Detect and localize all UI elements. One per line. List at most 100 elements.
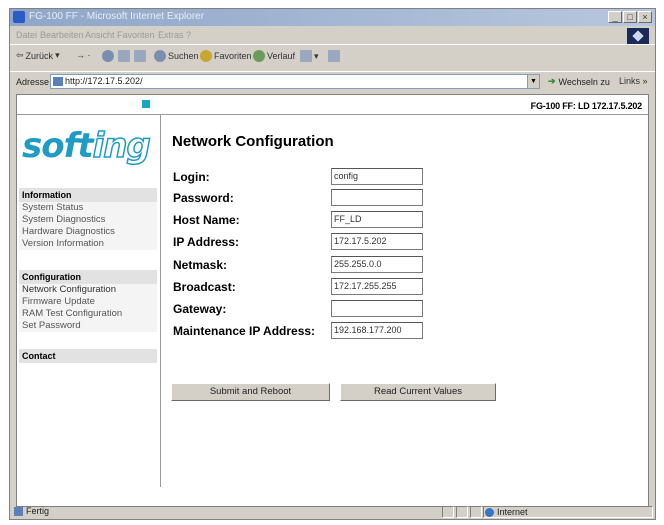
host-name-input[interactable]: FF_LD <box>331 211 423 228</box>
netmask-label: Netmask: <box>173 258 228 272</box>
ie-icon <box>13 11 25 23</box>
stop-button[interactable] <box>102 50 114 62</box>
gateway-label: Gateway: <box>173 302 227 316</box>
host-name-label: Host Name: <box>173 213 240 227</box>
home-icon <box>134 50 146 62</box>
search-button[interactable]: Suchen <box>154 50 199 62</box>
menu-bearbeiten[interactable]: Bearbeiten <box>40 30 84 40</box>
minimize-button[interactable]: _ <box>608 11 622 23</box>
links-button[interactable]: Links » <box>619 76 648 86</box>
menu-help[interactable]: ? <box>186 30 191 40</box>
dropdown-arrow-icon: ▾ <box>55 50 60 60</box>
nav-item-hardware-diagnostics[interactable]: Hardware Diagnostics <box>19 226 157 238</box>
device-info: FG-100 FF: LD 172.17.5.202 <box>530 101 643 111</box>
header-square-icon <box>142 100 150 108</box>
submit-and-reboot-button[interactable]: Submit and Reboot <box>171 383 330 401</box>
back-arrow-icon: ⇦ <box>16 50 24 60</box>
nav-section-information: Information <box>19 188 157 202</box>
page-icon <box>14 506 23 516</box>
go-button[interactable]: ➔ Wechseln zu <box>548 76 610 87</box>
favorites-button[interactable]: Favoriten <box>200 50 252 62</box>
form-row-login: Login: config <box>173 166 573 188</box>
print-icon <box>328 50 340 62</box>
maintenance-ip-input[interactable]: 192.168.177.200 <box>331 322 423 339</box>
status-bar: Fertig Internet <box>10 505 655 519</box>
password-input[interactable] <box>331 189 423 206</box>
nav-information: Information System Status System Diagnos… <box>19 188 157 250</box>
form-row-maintenance-ip: Maintenance IP Address: 192.168.177.200 <box>173 320 573 342</box>
broadcast-label: Broadcast: <box>173 280 236 294</box>
maintenance-ip-label: Maintenance IP Address: <box>173 324 316 338</box>
netmask-input[interactable]: 255.255.0.0 <box>331 256 423 273</box>
chevron-right-icon: » <box>642 76 648 86</box>
form-row-host-name: Host Name: FF_LD <box>173 209 573 231</box>
page-title: Network Configuration <box>172 133 334 150</box>
menu-bar: Datei Bearbeiten Ansicht Favoriten Extra… <box>10 27 655 43</box>
broadcast-input[interactable]: 172.17.255.255 <box>331 278 423 295</box>
back-button[interactable]: ⇦ Zurück ▾ <box>16 50 60 61</box>
mail-icon <box>300 50 312 62</box>
go-arrow-icon: ➔ <box>548 76 556 86</box>
menu-favoriten[interactable]: Favoriten <box>117 30 155 40</box>
nav-item-ram-test-configuration[interactable]: RAM Test Configuration <box>19 308 157 320</box>
security-zone: Internet <box>485 507 528 517</box>
status-panel <box>470 506 482 518</box>
sidebar-divider <box>160 115 161 487</box>
status-panel <box>442 506 454 518</box>
home-button[interactable] <box>134 50 146 62</box>
menu-datei[interactable]: Datei <box>16 30 37 40</box>
toolbar: ⇦ Zurück ▾ → · Suchen Favoriten Verlauf <box>10 44 655 70</box>
refresh-icon <box>118 50 130 62</box>
mail-button[interactable]: ▾ <box>300 50 319 62</box>
nav-section-contact[interactable]: Contact <box>19 349 157 363</box>
browser-window: FG-100 FF - Microsoft Internet Explorer … <box>9 8 656 520</box>
menu-ansicht[interactable]: Ansicht <box>85 30 115 40</box>
print-button[interactable] <box>328 50 340 62</box>
page-header: FG-100 FF: LD 172.17.5.202 <box>17 95 648 115</box>
read-current-values-button[interactable]: Read Current Values <box>340 383 496 401</box>
nav-section-configuration: Configuration <box>19 270 157 284</box>
history-button[interactable]: Verlauf <box>253 50 295 62</box>
nav-item-firmware-update[interactable]: Firmware Update <box>19 296 157 308</box>
forward-arrow-icon: → · <box>76 50 91 60</box>
address-input[interactable]: http://172.17.5.202/ <box>50 74 528 89</box>
softing-logo: softing <box>22 125 152 167</box>
login-label: Login: <box>173 170 210 184</box>
nav-item-set-password[interactable]: Set Password <box>19 320 157 332</box>
form-row-gateway: Gateway: <box>173 298 573 320</box>
stop-icon <box>102 50 114 62</box>
address-bar: Adresse http://172.17.5.202/ ▼ ➔ Wechsel… <box>10 71 655 91</box>
status-panel <box>456 506 468 518</box>
nav-item-system-status[interactable]: System Status <box>19 202 157 214</box>
search-icon <box>154 50 166 62</box>
form-row-password: Password: <box>173 187 573 209</box>
gateway-input[interactable] <box>331 300 423 317</box>
refresh-button[interactable] <box>118 50 130 62</box>
ip-address-input[interactable]: 172.17.5.202 <box>331 233 423 250</box>
history-icon <box>253 50 265 62</box>
forward-button[interactable]: → · <box>76 50 91 60</box>
window-controls: _ □ × <box>608 11 652 23</box>
window-title: FG-100 FF - Microsoft Internet Explorer <box>29 11 205 22</box>
nav-item-system-diagnostics[interactable]: System Diagnostics <box>19 214 157 226</box>
windows-logo-icon <box>627 28 649 44</box>
address-label: Adresse <box>16 77 50 87</box>
nav-contact: Contact <box>19 349 157 363</box>
favorites-icon <box>200 50 212 62</box>
ip-address-label: IP Address: <box>173 235 240 249</box>
maximize-button[interactable]: □ <box>623 11 637 23</box>
address-dropdown-button[interactable]: ▼ <box>527 74 540 89</box>
login-input[interactable]: config <box>331 168 423 185</box>
menu-extras[interactable]: Extras <box>158 30 184 40</box>
globe-icon <box>485 507 494 517</box>
password-label: Password: <box>173 191 234 205</box>
form-row-netmask: Netmask: 255.255.0.0 <box>173 254 573 276</box>
nav-item-version-information[interactable]: Version Information <box>19 238 157 250</box>
nav-item-network-configuration[interactable]: Network Configuration <box>19 284 157 296</box>
status-text: Fertig <box>14 506 49 516</box>
page-icon <box>53 77 63 86</box>
close-button[interactable]: × <box>638 11 652 23</box>
title-bar: FG-100 FF - Microsoft Internet Explorer … <box>10 9 655 26</box>
form-row-ip-address: IP Address: 172.17.5.202 <box>173 231 573 253</box>
nav-configuration: Configuration Network Configuration Firm… <box>19 270 157 332</box>
